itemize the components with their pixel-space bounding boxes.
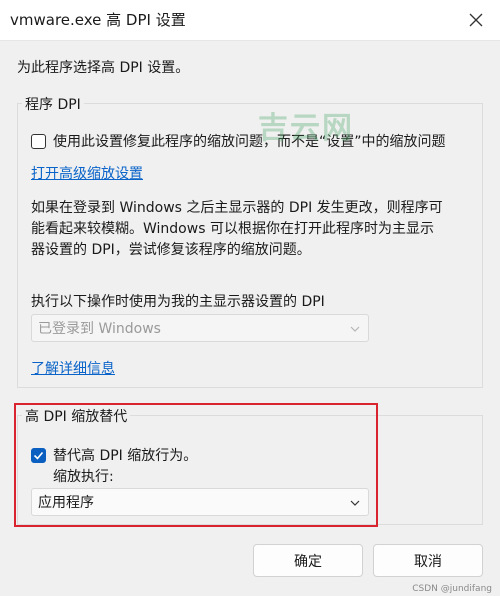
dpi-override-group: 高 DPI 缩放替代 替代高 DPI 缩放行为。 缩放执行: 应用程序 (17, 406, 483, 525)
cancel-button[interactable]: 取消 (373, 544, 483, 577)
program-dpi-title: 程序 DPI (22, 94, 84, 114)
scaling-select-value: 应用程序 (38, 495, 94, 511)
dpi-override-title: 高 DPI 缩放替代 (22, 406, 131, 426)
dialog-body: 为此程序选择高 DPI 设置。 程序 DPI 使用此设置修复此程序的缩放问题，而… (0, 40, 500, 596)
scaling-select[interactable]: 应用程序 (31, 488, 369, 516)
program-dpi-checkbox[interactable] (31, 133, 46, 149)
dpi-select-label: 执行以下操作时使用为我的主显示器设置的 DPI (31, 294, 325, 310)
description-line: 如果在登录到 Windows 之后主显示器的 DPI 发生更改，则程序可 (31, 200, 443, 216)
program-dpi-checkbox-row[interactable]: 使用此设置修复此程序的缩放问题，而不是“设置”中的缩放问题 (31, 131, 446, 151)
ok-button[interactable]: 确定 (253, 544, 363, 577)
window-title: vmware.exe 高 DPI 设置 (10, 11, 186, 29)
credit-watermark: CSDN @jundifang (412, 584, 492, 594)
learn-more-link[interactable]: 了解详细信息 (31, 358, 115, 378)
program-dpi-checkbox-label: 使用此设置修复此程序的缩放问题，而不是“设置”中的缩放问题 (53, 134, 446, 150)
watermark: 吉云网 (258, 111, 354, 146)
intro-text: 为此程序选择高 DPI 设置。 (17, 60, 190, 76)
advanced-scaling-link[interactable]: 打开高级缩放设置 (31, 163, 143, 183)
program-dpi-description: 如果在登录到 Windows 之后主显示器的 DPI 发生更改，则程序可 能看起… (31, 198, 443, 261)
override-checkbox-row[interactable]: 替代高 DPI 缩放行为。 (31, 445, 197, 465)
program-dpi-group: 程序 DPI 使用此设置修复此程序的缩放问题，而不是“设置”中的缩放问题 打开高… (17, 94, 483, 388)
description-line: 能看起来较模糊。Windows 可以根据你在打开此程序时为主显示 (31, 221, 434, 237)
close-button[interactable] (464, 8, 488, 32)
close-icon (469, 13, 483, 27)
dpi-select: 已登录到 Windows (31, 314, 369, 342)
override-checkbox-label: 替代高 DPI 缩放行为。 (53, 448, 198, 464)
override-checkbox[interactable] (31, 447, 46, 463)
checkmark-icon (33, 451, 44, 460)
chevron-down-icon (350, 500, 360, 506)
title-bar: vmware.exe 高 DPI 设置 (0, 0, 500, 40)
description-line: 器设置的 DPI，尝试修复该程序的缩放问题。 (31, 242, 311, 258)
scaling-performed-label: 缩放执行: (53, 469, 114, 485)
dpi-select-value: 已登录到 Windows (38, 321, 161, 337)
chevron-down-icon (350, 326, 360, 332)
